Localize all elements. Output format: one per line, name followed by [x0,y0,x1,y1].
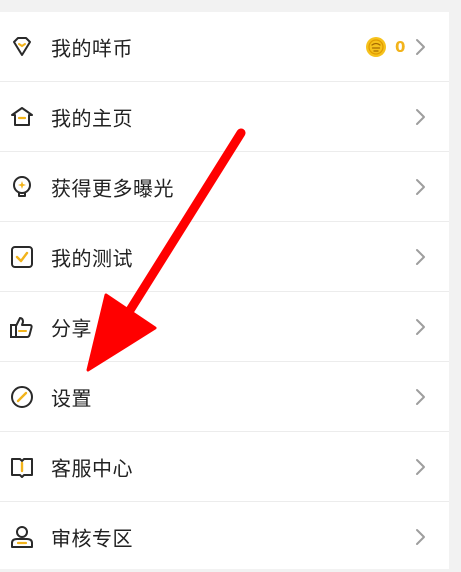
chevron-right-icon [412,457,428,477]
menu-item-label: 我的测试 [51,246,133,271]
menu-item-label: 审核专区 [51,526,133,551]
coin-icon [365,36,387,58]
menu-panel: 我的咩币 0 我的主页 获得更多曝光 我的测试 分享 设置 客服中心 审核专区 [0,12,449,569]
chevron-right-icon [412,387,428,407]
menu-item-label: 我的咩币 [51,36,133,61]
menu-item-label: 设置 [51,386,92,411]
compass-icon [9,384,35,410]
coin-count: 0 [395,38,406,56]
chevron-right-icon [412,317,428,337]
menu-item-coins[interactable]: 我的咩币 0 [0,12,449,82]
menu-item-homepage[interactable]: 我的主页 [0,82,449,152]
menu-item-label: 获得更多曝光 [51,176,174,201]
chevron-right-icon [412,527,428,547]
thumbs-up-icon [9,314,35,340]
chevron-right-icon [412,247,428,267]
menu-item-my-tests[interactable]: 我的测试 [0,222,449,292]
menu-item-label: 分享 [51,316,92,341]
menu-item-label: 我的主页 [51,106,133,131]
chevron-right-icon [412,37,428,57]
menu-item-customer-service[interactable]: 客服中心 [0,432,449,502]
menu-item-review-zone[interactable]: 审核专区 [0,502,449,572]
home-icon [9,104,35,130]
lightbulb-icon [9,174,35,200]
reviewer-icon [9,524,35,550]
diamond-icon [9,34,35,60]
menu-item-settings[interactable]: 设置 [0,362,449,432]
menu-item-share[interactable]: 分享 [0,292,449,362]
menu-item-more-exposure[interactable]: 获得更多曝光 [0,152,449,222]
chevron-right-icon [412,177,428,197]
book-icon [9,454,35,480]
chevron-right-icon [412,107,428,127]
checkbox-icon [9,244,35,270]
menu-item-label: 客服中心 [51,456,133,481]
